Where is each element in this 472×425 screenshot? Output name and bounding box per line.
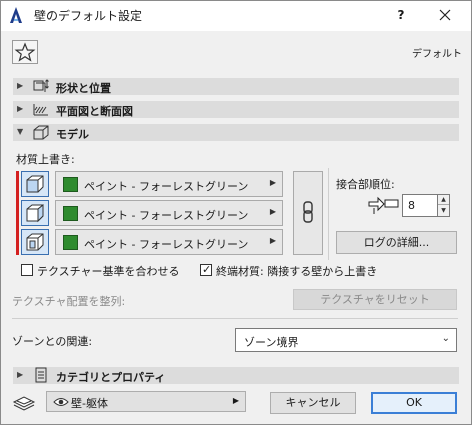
dialog-title: 壁のデフォルト設定: [34, 9, 143, 23]
zone-relation-label: ゾーンとの関連:: [12, 335, 93, 348]
archicad-logo-icon: [8, 6, 24, 24]
material-name: ペイント - フォーレストグリーン: [84, 238, 249, 251]
default-label: デフォルト: [412, 49, 462, 60]
cancel-button[interactable]: キャンセル: [270, 392, 356, 414]
material-select-3[interactable]: ペイント - フォーレストグリーン ▶: [55, 229, 283, 255]
texture-align-label: テクスチャ配置を整列:: [12, 295, 126, 308]
section-label: 平面図と断面図: [56, 105, 133, 118]
material-select-2[interactable]: ペイント - フォーレストグリーン ▶: [55, 200, 283, 226]
zone-relation-value: ゾーン境界: [244, 336, 299, 349]
expand-triangle-icon: ▶: [17, 370, 24, 379]
priority-hand-icon: [366, 194, 400, 216]
stepper-up-icon[interactable]: ▲: [438, 195, 449, 205]
zone-relation-select[interactable]: ゾーン境界 ⌄: [235, 328, 457, 352]
material-swatch: [63, 235, 78, 250]
material-swatch: [63, 177, 78, 192]
section-floor-plan[interactable]: ▶ 平面図と断面図: [13, 101, 459, 118]
layer-value: 壁-躯体: [71, 397, 108, 410]
section-label: モデル: [56, 128, 89, 141]
align-texture-checkbox[interactable]: [21, 264, 33, 276]
chain-toggle-button[interactable]: [293, 171, 323, 255]
align-texture-label: テクスチャー基準を合わせる: [37, 265, 180, 278]
wall-side-icon: [26, 203, 44, 223]
star-icon: [14, 42, 36, 62]
eye-icon: [53, 395, 69, 409]
reset-texture-button[interactable]: テクスチャをリセット: [293, 289, 457, 310]
material-select-1[interactable]: ペイント - フォーレストグリーン ▶: [55, 171, 283, 197]
layers-icon: [12, 394, 36, 412]
model-3d-icon: [32, 124, 50, 140]
section-label: 形状と位置: [56, 82, 111, 95]
ok-button[interactable]: OK: [371, 392, 457, 414]
checkmark-icon: ✓: [202, 263, 212, 276]
category-icon: [32, 367, 50, 383]
expand-triangle-icon: ▶: [17, 104, 24, 113]
floor-plan-icon: [32, 101, 50, 117]
chevron-right-icon: ▶: [269, 178, 276, 187]
chevron-right-icon: ▶: [269, 236, 276, 245]
intersection-priority-label: 接合部順位:: [336, 178, 395, 191]
section-shape-position[interactable]: ▶ 形状と位置: [13, 78, 459, 95]
intersection-priority-input[interactable]: 8: [402, 194, 438, 217]
section-label: カテゴリとプロパティ: [56, 371, 166, 384]
chevron-right-icon: ▶: [269, 207, 276, 216]
chevron-right-icon: ▶: [232, 396, 239, 405]
edge-surface-label: 終端材質: 隣接する壁から上書き: [216, 265, 378, 278]
wall-opposite-icon: [26, 233, 44, 251]
expand-triangle-icon: ▶: [17, 81, 24, 90]
help-button[interactable]: ?: [389, 5, 413, 25]
priority-stepper[interactable]: ▲ ▼: [437, 194, 450, 217]
stepper-down-icon[interactable]: ▼: [438, 206, 449, 216]
section-category-properties[interactable]: ▶ カテゴリとプロパティ: [13, 367, 459, 384]
surface-side-2-button[interactable]: [21, 200, 49, 226]
edge-surface-checkbox[interactable]: ✓: [200, 263, 212, 276]
vertical-divider: [328, 168, 329, 260]
layer-select[interactable]: 壁-躯体 ▶: [46, 391, 246, 412]
chain-link-icon: [303, 201, 313, 223]
collapse-triangle-icon: ▼: [17, 127, 24, 136]
log-details-button[interactable]: ログの詳細...: [336, 231, 457, 254]
chevron-down-icon: ⌄: [441, 333, 450, 344]
section-model[interactable]: ▼ モデル: [13, 124, 459, 141]
close-button[interactable]: [433, 5, 457, 25]
shape-position-icon: [32, 78, 50, 94]
override-indicator-bar: [16, 171, 19, 255]
material-name: ペイント - フォーレストグリーン: [84, 209, 249, 222]
surface-override-label: 材質上書き:: [16, 153, 75, 166]
close-icon: [439, 9, 451, 21]
wall-face-icon: [26, 175, 44, 193]
material-swatch: [63, 206, 78, 221]
surface-side-3-button[interactable]: [21, 229, 49, 255]
horizontal-divider: [12, 318, 458, 319]
surface-side-1-button[interactable]: [21, 171, 49, 197]
favorites-button[interactable]: [12, 40, 38, 64]
material-name: ペイント - フォーレストグリーン: [84, 180, 249, 193]
